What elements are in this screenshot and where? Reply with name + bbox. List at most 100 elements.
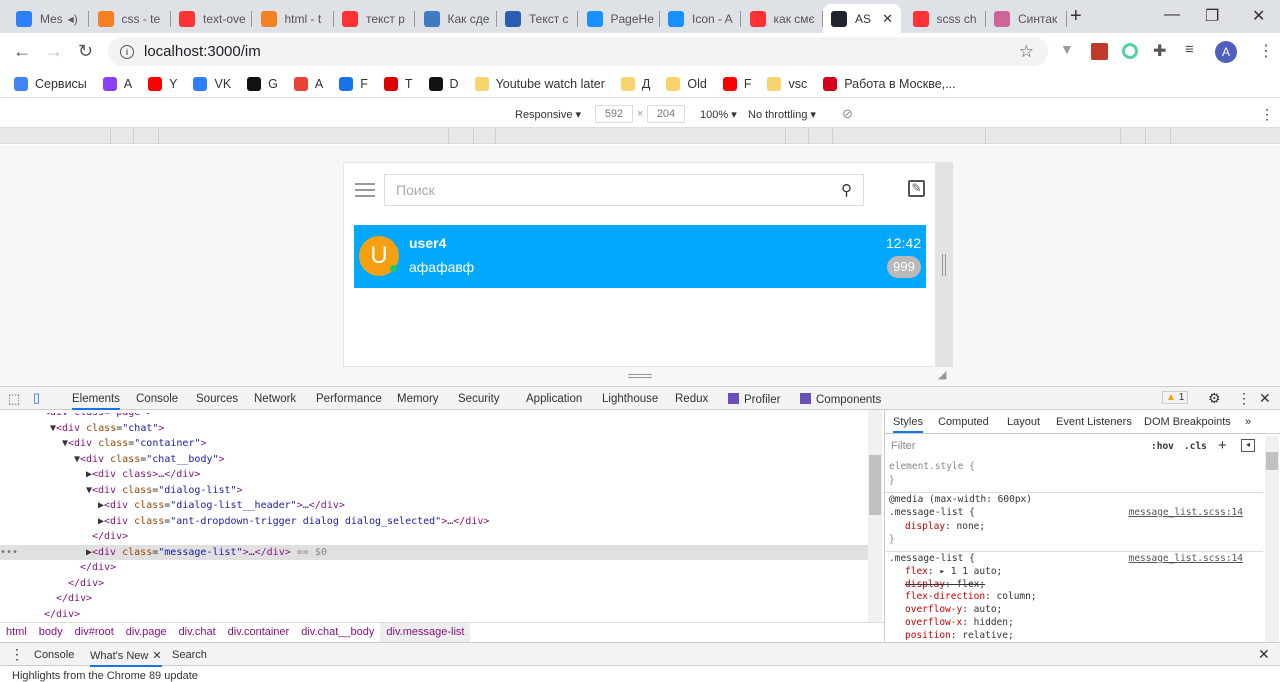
expanded-arrow-icon[interactable]: ▼ xyxy=(0,452,80,468)
rule-source-link[interactable]: message_list.scss:14 xyxy=(1129,507,1243,518)
devtools-tab-performance[interactable]: Performance xyxy=(316,393,382,405)
bookmark-item[interactable]: Д xyxy=(620,76,650,91)
expanded-arrow-icon[interactable]: ▼ xyxy=(0,436,68,452)
viewport-resize-handle-bottom[interactable] xyxy=(628,374,652,378)
height-input[interactable]: 204 xyxy=(647,105,685,123)
warnings-badge[interactable]: ▲ 1 xyxy=(1162,391,1189,404)
styles-tab[interactable]: Styles xyxy=(893,416,923,433)
breadcrumb-item[interactable]: div.chat__body xyxy=(295,626,380,638)
dom-node[interactable]: ▼<div class="dialog-list"> xyxy=(0,483,868,499)
style-property[interactable]: overflow-x: hidden; xyxy=(905,617,1014,628)
style-property[interactable]: flex: ▸ 1 1 auto; xyxy=(905,566,1002,577)
devtools-tab-security[interactable]: Security xyxy=(458,393,500,405)
devtools-tab-lighthouse[interactable]: Lighthouse xyxy=(602,393,658,405)
devtools-tab-elements[interactable]: Elements xyxy=(72,393,120,410)
bookmark-item[interactable]: vsc xyxy=(767,76,807,91)
more-options-icon[interactable]: ⋮ xyxy=(1260,106,1274,123)
dom-tree-scrollbar[interactable] xyxy=(868,410,882,622)
style-property[interactable]: overflow-y: auto; xyxy=(905,604,1002,615)
bookmark-item[interactable]: F xyxy=(722,76,751,91)
expanded-arrow-icon[interactable]: ▼ xyxy=(0,483,92,499)
bookmark-item[interactable]: Y xyxy=(148,76,177,91)
devtools-menu-icon[interactable]: ⋮ xyxy=(1237,390,1251,407)
toggle-sidebar-icon[interactable]: ◂ xyxy=(1241,439,1255,452)
inspect-element-icon[interactable]: ⬚ xyxy=(8,391,20,407)
devtools-tab-memory[interactable]: Memory xyxy=(397,393,439,405)
dom-node[interactable]: </div> xyxy=(0,560,868,576)
styles-filter-input[interactable]: Filter xyxy=(887,436,1143,456)
dom-node[interactable]: </div> xyxy=(0,529,868,545)
node-menu-icon[interactable]: ••• xyxy=(0,545,18,561)
dom-node[interactable]: ▼<div class="chat"> xyxy=(0,421,868,437)
rotate-icon[interactable]: ⊘ xyxy=(842,106,853,122)
throttling-select[interactable]: No throttling ▾ xyxy=(748,108,816,121)
maximize-button[interactable]: ❐ xyxy=(1205,6,1219,26)
close-devtools-icon[interactable]: ✕ xyxy=(1259,390,1271,407)
search-icon[interactable]: ⚲ xyxy=(841,181,852,199)
drawer-menu-icon[interactable]: ⋮ xyxy=(10,646,24,663)
close-drawer-icon[interactable]: ✕ xyxy=(1258,646,1270,663)
dom-node[interactable]: </div> xyxy=(0,591,868,607)
dom-node[interactable]: ▶<div class>…</div> xyxy=(0,467,868,483)
drawer-tab[interactable]: Console xyxy=(34,649,74,661)
browser-tab[interactable]: AS ✕ xyxy=(823,4,901,33)
new-tab-button[interactable]: + xyxy=(1070,5,1082,28)
style-property[interactable]: flex-direction: column; xyxy=(905,591,1037,602)
dom-node[interactable]: <div class="page"> xyxy=(0,410,868,421)
dom-node[interactable]: ▶<div class="dialog-list__header">…</div… xyxy=(0,498,868,514)
style-property[interactable]: display: flex; xyxy=(905,579,985,590)
breadcrumb-item[interactable]: div.chat xyxy=(173,626,222,638)
styles-tab[interactable]: Event Listeners xyxy=(1056,416,1132,428)
bookmark-item[interactable]: A xyxy=(293,76,323,91)
collapsed-arrow-icon[interactable]: ▶ xyxy=(0,498,104,514)
drawer-tab[interactable]: Search xyxy=(172,649,207,661)
extension-icon[interactable] xyxy=(1091,43,1108,60)
bookmark-item[interactable]: VK xyxy=(193,76,231,91)
bookmark-item[interactable]: A xyxy=(102,76,132,91)
device-select[interactable]: Responsive ▾ xyxy=(515,108,581,121)
rule-selector[interactable]: .message-list { xyxy=(889,507,975,518)
styles-tab[interactable]: » xyxy=(1245,416,1251,428)
browser-tab[interactable]: css - te xyxy=(90,4,171,33)
browser-tab[interactable]: текст р xyxy=(334,4,415,33)
devtools-tab-components[interactable]: Components xyxy=(800,393,881,406)
rule-selector[interactable]: .message-list { xyxy=(889,553,975,564)
dom-node[interactable]: ▼<div class="container"> xyxy=(0,436,868,452)
puzzle-icon[interactable]: ✚ xyxy=(1153,41,1166,61)
speaker-icon[interactable]: ◂) xyxy=(68,12,78,26)
browser-tab[interactable]: scss ch xyxy=(905,4,986,33)
collapsed-arrow-icon[interactable]: ▶ xyxy=(0,467,92,483)
search-input[interactable]: Поиск ⚲ xyxy=(384,174,864,206)
browser-tab[interactable]: text-ove xyxy=(171,4,252,33)
device-toggle-icon[interactable]: ▯ xyxy=(33,390,40,406)
cls-toggle[interactable]: .cls xyxy=(1184,441,1207,452)
devtools-tab-network[interactable]: Network xyxy=(254,393,296,405)
compose-icon[interactable]: ✎ xyxy=(908,180,925,197)
browser-tab[interactable]: Синтак xyxy=(986,4,1067,33)
browser-tab[interactable]: Icon - A xyxy=(660,4,741,33)
reload-button[interactable]: ↻ xyxy=(78,41,93,62)
extension-icon[interactable] xyxy=(1122,43,1138,59)
close-window-button[interactable]: ✕ xyxy=(1252,6,1265,26)
rule-source-link[interactable]: message_list.scss:14 xyxy=(1129,553,1243,564)
menu-icon[interactable]: ⋮ xyxy=(1258,41,1274,61)
expanded-arrow-icon[interactable]: ▼ xyxy=(0,421,56,437)
devtools-tab-application[interactable]: Application xyxy=(526,393,582,405)
browser-tab[interactable]: Текст с xyxy=(497,4,578,33)
bookmark-item[interactable]: T xyxy=(383,76,413,91)
breadcrumb-item[interactable]: div.page xyxy=(120,626,173,638)
hov-toggle[interactable]: :hov xyxy=(1151,441,1174,452)
devtools-tab-sources[interactable]: Sources xyxy=(196,393,238,405)
width-input[interactable]: 592 xyxy=(595,105,633,123)
styles-tab[interactable]: Layout xyxy=(1007,416,1040,428)
style-property[interactable]: position: relative; xyxy=(905,630,1014,641)
url-input[interactable]: i localhost:3000/im ☆ xyxy=(108,37,1048,66)
star-icon[interactable]: ☆ xyxy=(1019,42,1034,62)
styles-tab[interactable]: Computed xyxy=(938,416,989,428)
browser-tab[interactable]: Как сде xyxy=(416,4,497,33)
vue-devtools-icon[interactable]: ▼ xyxy=(1060,41,1074,57)
browser-tab[interactable]: PageHe xyxy=(579,4,660,33)
style-property[interactable]: display: none; xyxy=(905,521,985,532)
viewport-resize-corner[interactable]: ◢ xyxy=(938,368,946,381)
drawer-tab[interactable]: What's New ✕ xyxy=(90,649,162,667)
